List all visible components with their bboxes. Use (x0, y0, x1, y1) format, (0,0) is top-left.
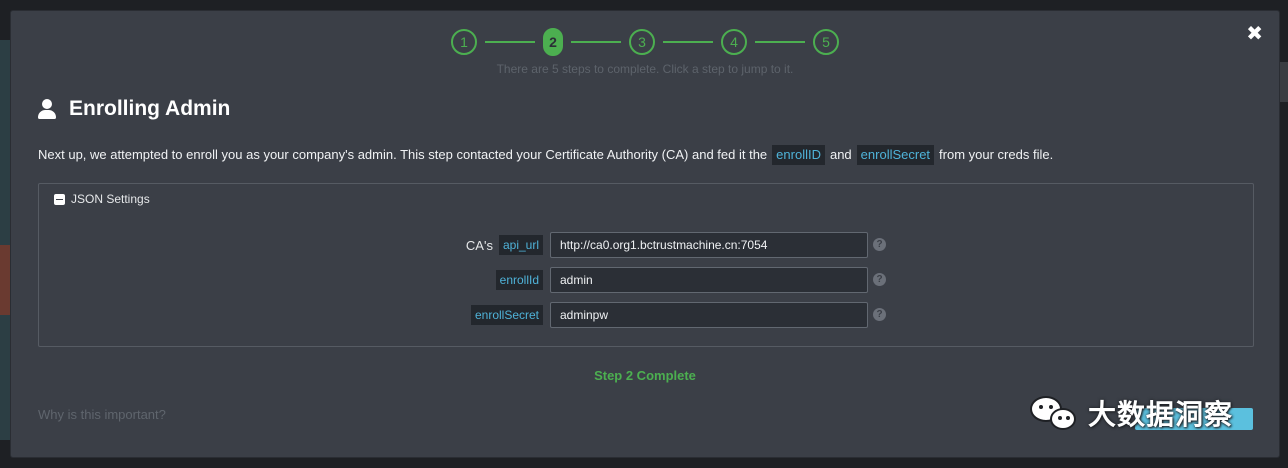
step-connector (663, 41, 713, 43)
help-icon[interactable]: ? (873, 308, 886, 321)
panel-header-label: JSON Settings (71, 192, 150, 206)
step-4-button[interactable]: 4 (721, 29, 747, 55)
background-page-edge (0, 40, 10, 440)
collapse-minus-icon[interactable] (54, 193, 65, 205)
help-icon[interactable]: ? (873, 238, 886, 251)
wechat-icon (1030, 394, 1078, 432)
intro-part: and (829, 147, 852, 162)
label-code: enrollId (495, 270, 543, 290)
watermark: 大数据洞察 (1030, 393, 1233, 433)
background-page-edge (1280, 62, 1288, 102)
watermark-text: 大数据洞察 (1088, 398, 1234, 431)
json-settings-panel: JSON Settings CA's api_url ? enrollId ? … (38, 183, 1254, 347)
step-connector (571, 41, 621, 43)
step-connector (755, 41, 805, 43)
field-label: CA's api_url (466, 232, 543, 258)
help-icon[interactable]: ? (873, 273, 886, 286)
intro-part: from your creds file. (939, 147, 1054, 162)
field-label: enrollSecret (469, 302, 543, 328)
page-title-text: Enrolling Admin (69, 97, 231, 120)
why-important-link[interactable]: Why is this important? (38, 407, 166, 422)
field-row-enrollid: enrollId ? (39, 267, 1253, 293)
label-code: api_url (498, 235, 543, 255)
enrollsecret-input[interactable] (550, 302, 868, 328)
field-row-api-url: CA's api_url ? (39, 232, 1253, 258)
enroll-admin-modal: ✖ 1 2 3 4 5 There are 5 steps to complet… (10, 10, 1280, 458)
step-status: Step 2 Complete (594, 368, 696, 383)
field-label: enrollId (494, 267, 543, 293)
field-row-enrollsecret: enrollSecret ? (39, 302, 1253, 328)
enrollid-input[interactable] (550, 267, 868, 293)
page-title: Enrolling Admin (37, 97, 230, 121)
user-icon (37, 99, 57, 119)
api-url-input[interactable] (550, 232, 868, 258)
intro-part: Next up, we attempted to enroll you as y… (38, 147, 768, 162)
code-enrollsecret: enrollSecret (856, 145, 935, 165)
step-3-button[interactable]: 3 (629, 29, 655, 55)
stepper-hint: There are 5 steps to complete. Click a s… (496, 62, 794, 76)
stepper: 1 2 3 4 5 (11, 28, 1279, 56)
background-page-edge (0, 245, 10, 315)
step-1-button[interactable]: 1 (451, 29, 477, 55)
code-enrollid: enrollID (772, 145, 825, 165)
label-code: enrollSecret (470, 305, 543, 325)
step-connector (485, 41, 535, 43)
step-5-button[interactable]: 5 (813, 29, 839, 55)
intro-text: Next up, we attempted to enroll you as y… (38, 145, 1259, 165)
label-prefix: CA's (465, 237, 493, 253)
step-2-button[interactable]: 2 (543, 28, 563, 56)
panel-header[interactable]: JSON Settings (54, 192, 150, 206)
